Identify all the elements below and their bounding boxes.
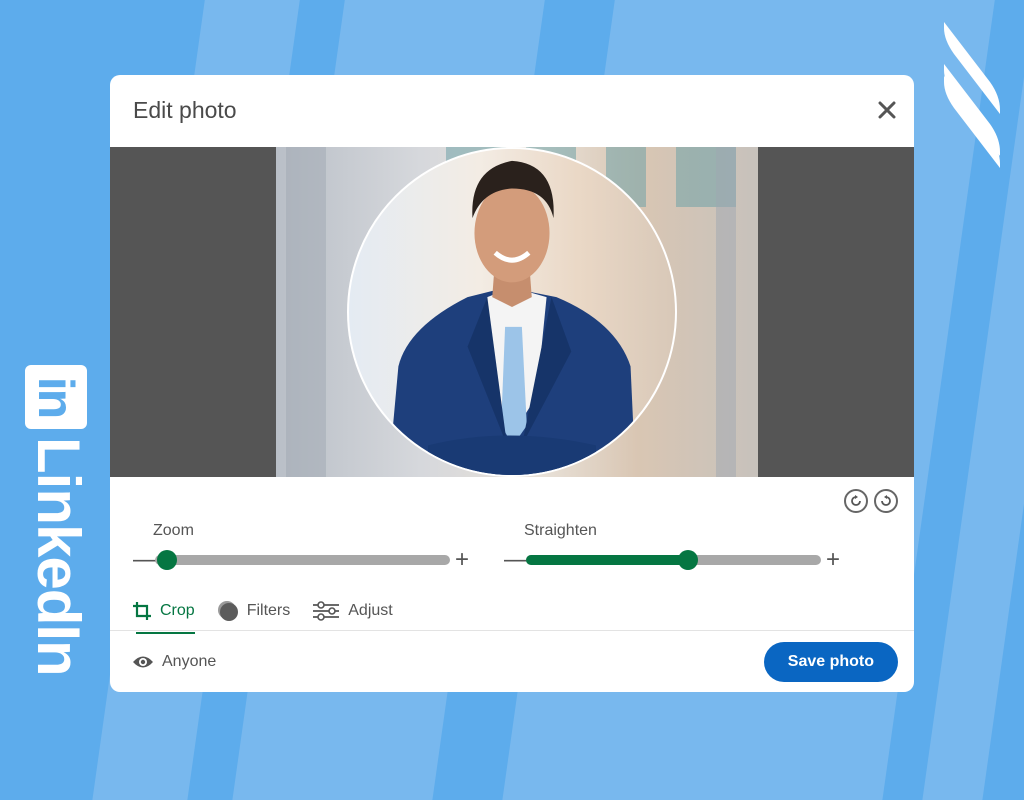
decorative-stack-logo-icon — [944, 22, 1000, 168]
rotate-controls — [844, 489, 898, 513]
rotate-clockwise-icon — [851, 495, 861, 506]
straighten-slider-thumb[interactable] — [678, 550, 699, 570]
straighten-increase-button[interactable]: + — [823, 548, 843, 572]
straighten-slider-fill — [526, 555, 689, 565]
rotate-counterclockwise-icon — [881, 495, 891, 506]
crop-icon — [133, 602, 151, 620]
tab-crop[interactable]: Crop — [132, 591, 195, 634]
tab-filters[interactable]: Filters — [217, 591, 291, 631]
sliders-icon — [313, 601, 340, 621]
edit-photo-dialog: Edit photo Zoom — + Straighten — + Crop … — [110, 75, 914, 692]
visibility-selector[interactable]: Anyone — [132, 653, 216, 671]
straighten-label: Straighten — [524, 522, 597, 539]
visibility-label: Anyone — [162, 652, 217, 670]
dialog-footer: Anyone Save photo — [110, 631, 914, 692]
zoom-slider[interactable] — [155, 550, 450, 570]
rotate-counterclockwise-button[interactable] — [874, 489, 898, 513]
rotate-clockwise-button[interactable] — [844, 489, 868, 513]
save-photo-button[interactable]: Save photo — [763, 641, 898, 682]
tab-crop-label: Crop — [160, 602, 195, 619]
eye-icon — [133, 656, 153, 667]
tab-filters-label: Filters — [246, 602, 291, 619]
person-photo — [388, 160, 636, 475]
dialog-title: Edit photo — [133, 96, 237, 123]
zoom-slider-group: Zoom — + — [133, 522, 472, 572]
dialog-header: Edit photo — [110, 75, 914, 145]
close-button[interactable] — [878, 97, 896, 123]
linkedin-badge-text: in — [28, 376, 84, 418]
photo-canvas[interactable] — [110, 147, 914, 477]
linkedin-wordmark: LinkedIn — [25, 437, 92, 676]
zoom-decrease-button[interactable]: — — [133, 548, 157, 572]
tab-adjust-label: Adjust — [348, 602, 393, 619]
tab-adjust[interactable]: Adjust — [312, 591, 393, 631]
straighten-slider-group: Straighten — + — [504, 522, 843, 572]
zoom-slider-thumb[interactable] — [157, 550, 177, 570]
filters-icon — [217, 601, 238, 621]
crop-frame[interactable] — [347, 147, 677, 477]
zoom-label: Zoom — [153, 522, 194, 539]
straighten-decrease-button[interactable]: — — [504, 548, 528, 572]
straighten-slider[interactable] — [526, 550, 821, 570]
zoom-increase-button[interactable]: + — [452, 548, 472, 572]
editor-tabs: Crop Filters Adjust — [132, 591, 393, 634]
linkedin-brand: in LinkedIn — [22, 365, 92, 676]
close-icon — [878, 101, 896, 119]
linkedin-logo-icon: in — [25, 365, 87, 429]
